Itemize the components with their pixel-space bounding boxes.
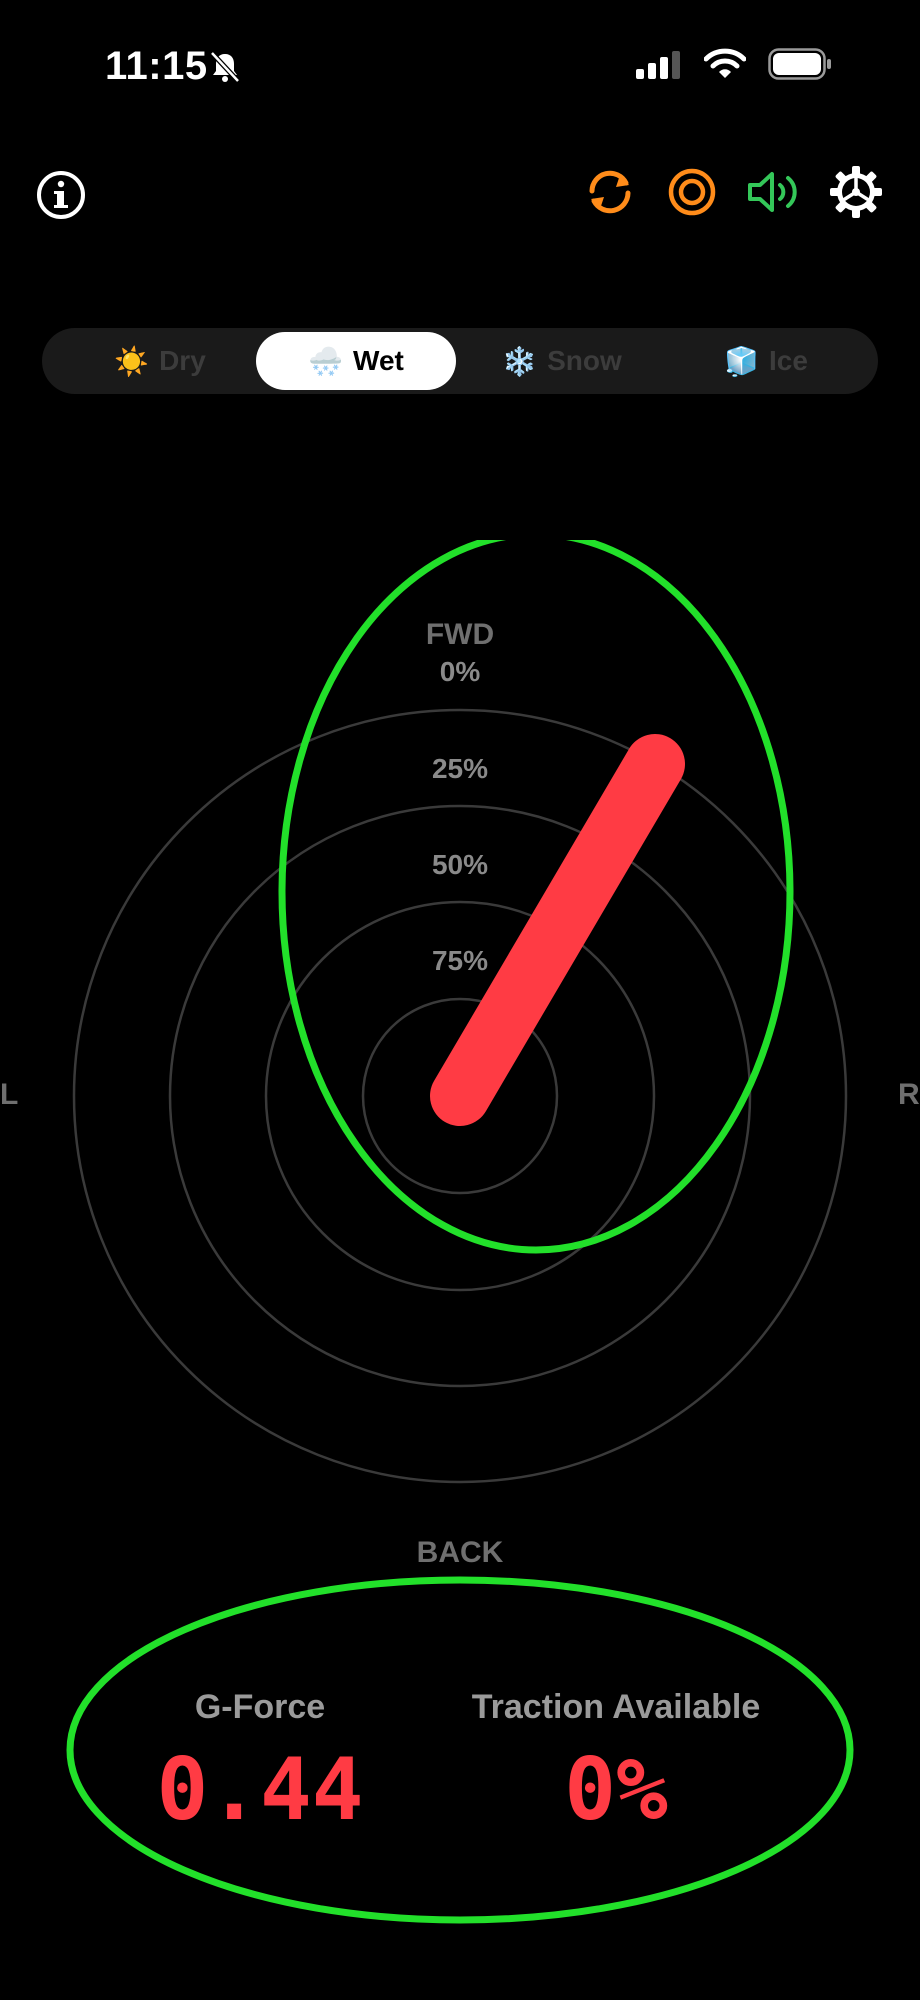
surface-label: Snow <box>547 345 622 376</box>
ring-label-25: 25% <box>431 753 489 784</box>
surface-label: Wet <box>353 345 404 376</box>
back-label: BACK <box>416 1536 504 1569</box>
forward-label: FWD <box>425 618 495 651</box>
bell-slash-icon <box>210 51 240 83</box>
traction-value: 0% <box>564 1740 668 1840</box>
force-needle <box>430 734 685 1126</box>
calibrate-button[interactable] <box>664 164 720 220</box>
left-label: L <box>0 1078 19 1111</box>
refresh-icon <box>589 170 631 214</box>
surface-dry-tab[interactable]: ☀️ Dry <box>62 332 258 390</box>
ring-label-0: 0% <box>439 656 481 687</box>
right-label: R <box>898 1078 920 1111</box>
gear-icon <box>830 166 882 218</box>
gforce-value: 0.44 <box>156 1740 364 1840</box>
refresh-button[interactable] <box>582 164 638 220</box>
cellular-signal-icon <box>636 51 680 79</box>
speaker-icon <box>748 172 797 212</box>
surface-wet-tab[interactable]: 🌨️ Wet <box>256 332 456 390</box>
ring-label-50: 50% <box>431 849 489 880</box>
sun-icon: ☀️ <box>114 345 150 377</box>
sound-button[interactable] <box>746 164 802 220</box>
battery-icon <box>768 48 831 80</box>
ice-cube-icon: 🧊 <box>724 345 759 377</box>
surface-label: Dry <box>159 345 206 376</box>
cloud-snow-icon: 🌨️ <box>308 345 344 377</box>
surface-selector: ☀️ Dry 🌨️ Wet ❄️ Snow 🧊 Ice <box>42 328 878 394</box>
surface-snow-tab[interactable]: ❄️ Snow <box>462 332 662 390</box>
ring-label-75: 75% <box>431 945 489 976</box>
settings-button[interactable] <box>828 164 884 220</box>
surface-label: Ice <box>768 345 808 376</box>
status-time: 11:15 <box>105 44 208 88</box>
gforce-title: G-Force <box>194 1688 326 1726</box>
surface-ice-tab[interactable]: 🧊 Ice <box>668 332 864 390</box>
wifi-icon <box>704 48 746 78</box>
traction-title: Traction Available <box>471 1688 761 1726</box>
target-icon <box>668 168 716 216</box>
highlight-ellipse <box>278 540 794 1254</box>
info-icon[interactable] <box>36 170 86 220</box>
snowflake-icon: ❄️ <box>502 345 538 377</box>
